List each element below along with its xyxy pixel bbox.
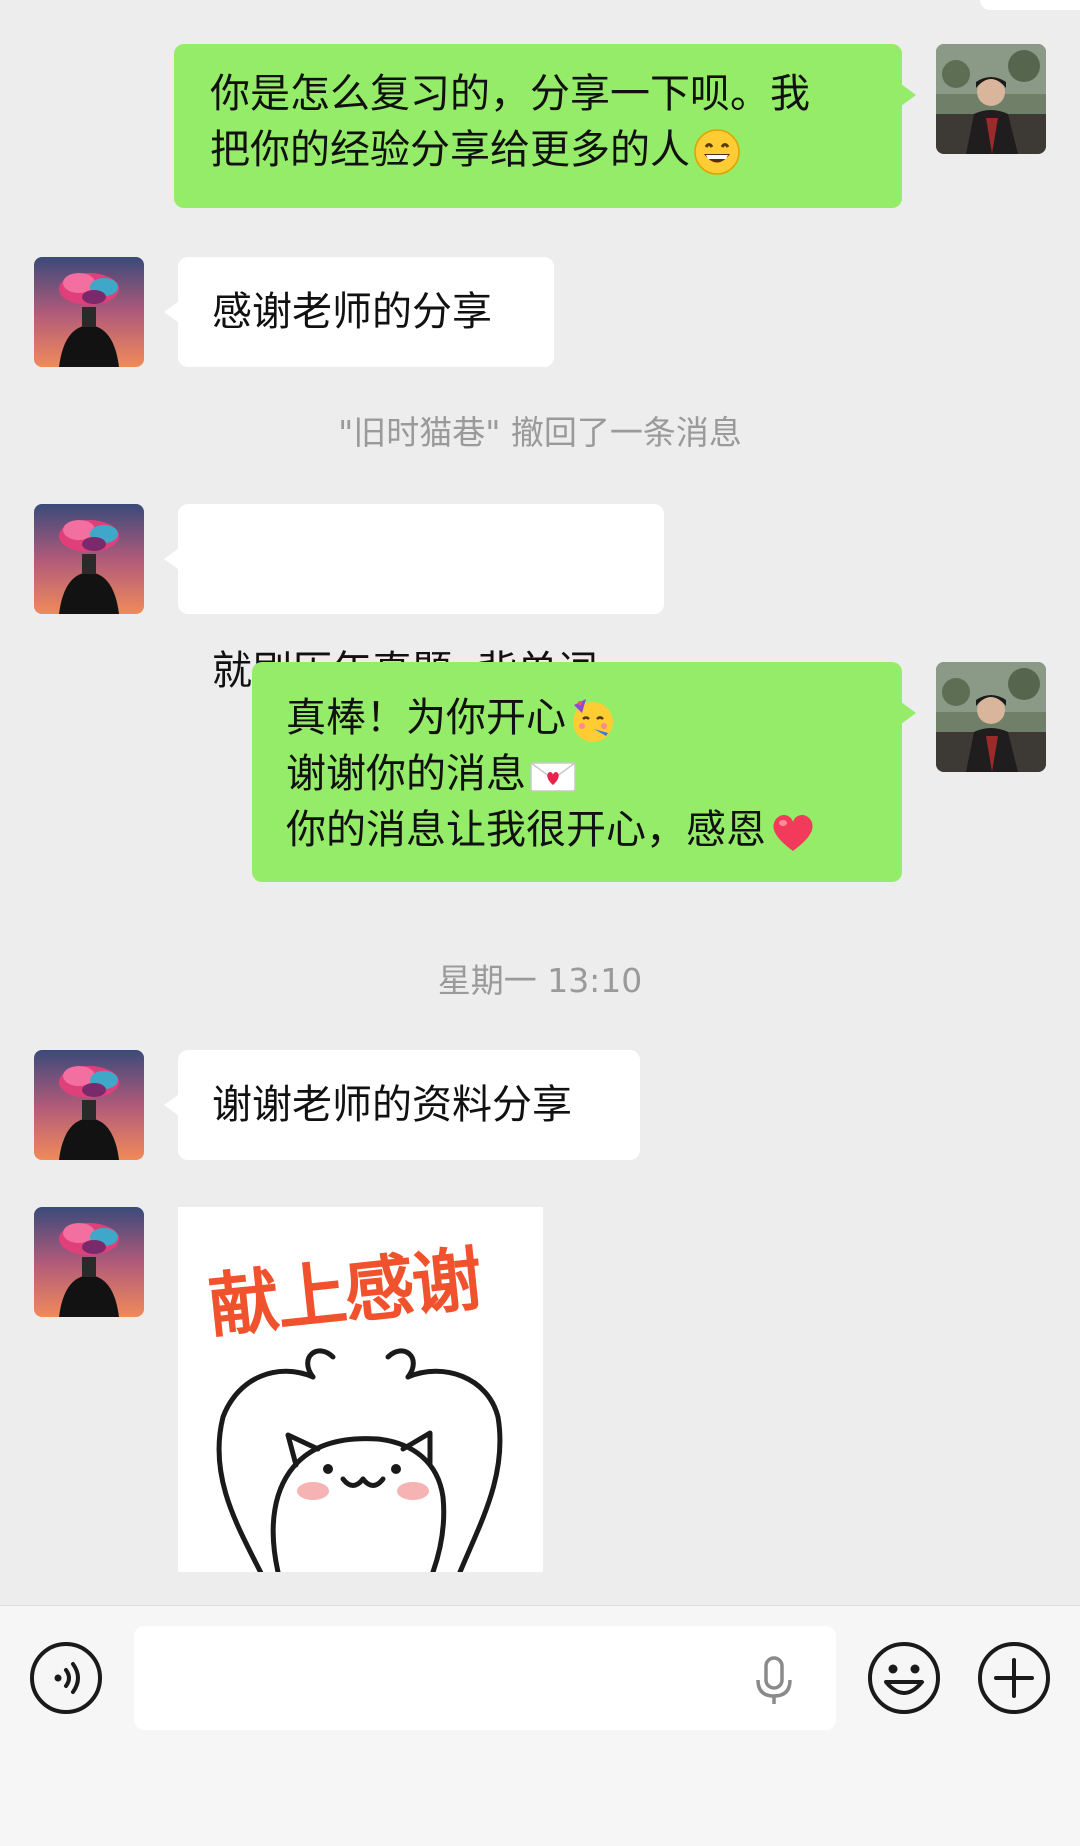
love-letter-icon (528, 751, 578, 801)
plus-icon (978, 1642, 1050, 1714)
my-avatar[interactable] (936, 662, 1046, 772)
sticker-message[interactable]: 献上感谢 (178, 1207, 543, 1572)
contact-photo-icon (34, 1050, 144, 1160)
voice-button[interactable] (28, 1640, 104, 1716)
timestamp: 星期一 13:10 (437, 961, 643, 1000)
message-text: 把你的经验分享给更多的人 (210, 127, 690, 173)
emoji-button[interactable] (866, 1640, 942, 1716)
contact-avatar[interactable] (34, 257, 144, 367)
message-text: 你的消息让我很开心，感恩 (286, 807, 766, 853)
message-bubble-theirs[interactable]: 谢谢老师的资料分享 (164, 1050, 640, 1160)
message-text-line2: 把你的经验分享给更多的人 (210, 122, 866, 178)
message-bubble-theirs[interactable]: 就刷历年真题 背单词 (164, 504, 664, 694)
recall-notice: "旧时猫巷" 撤回了一条消息 (338, 413, 742, 452)
person-photo-icon (936, 44, 1046, 154)
message-text: 你是怎么复习的，分享一下呗。我 (210, 71, 810, 117)
message-text: 感谢老师的分享 (212, 289, 492, 335)
microphone-button[interactable] (752, 1656, 796, 1706)
contact-photo-icon (34, 504, 144, 614)
red-heart-icon (768, 807, 818, 857)
message-line-1: 真棒！为你开心 (286, 690, 868, 746)
input-bar (0, 1605, 1080, 1846)
contact-photo-icon (34, 1207, 144, 1317)
message-bubble-mine[interactable]: 真棒！为你开心 谢谢你的消息 你的消息让我很开心，感恩 (252, 662, 916, 882)
cat-raising-arms-icon (216, 1348, 503, 1572)
message-input[interactable] (134, 1626, 836, 1730)
message-bubble-mine[interactable]: 你是怎么复习的，分享一下呗。我 把你的经验分享给更多的人 (174, 44, 916, 208)
message-bubble-theirs[interactable]: 感谢老师的分享 (164, 257, 554, 367)
partying-face-icon (568, 695, 618, 745)
contact-avatar[interactable] (34, 1207, 144, 1317)
voice-icon (30, 1642, 102, 1714)
message-text: 谢谢老师的资料分享 (212, 1082, 572, 1128)
message-text: 真棒！为你开心 (286, 695, 566, 741)
grinning-face-icon (692, 127, 742, 177)
emoji-icon (868, 1642, 940, 1714)
contact-photo-icon (34, 257, 144, 367)
message-text: 谢谢你的消息 (286, 751, 526, 797)
my-avatar[interactable] (936, 44, 1046, 154)
person-photo-icon (936, 662, 1046, 772)
contact-avatar[interactable] (34, 1050, 144, 1160)
message-line-2: 谢谢你的消息 (286, 746, 868, 802)
message-line-3: 你的消息让我很开心，感恩 (286, 802, 868, 858)
more-button[interactable] (976, 1640, 1052, 1716)
contact-avatar[interactable] (34, 504, 144, 614)
chat-area[interactable]: 你是怎么复习的，分享一下呗。我 把你的经验分享给更多的人 感谢老师的分享 "旧时… (0, 0, 1080, 1605)
microphone-icon (756, 1656, 792, 1704)
status-corner (980, 0, 1080, 10)
